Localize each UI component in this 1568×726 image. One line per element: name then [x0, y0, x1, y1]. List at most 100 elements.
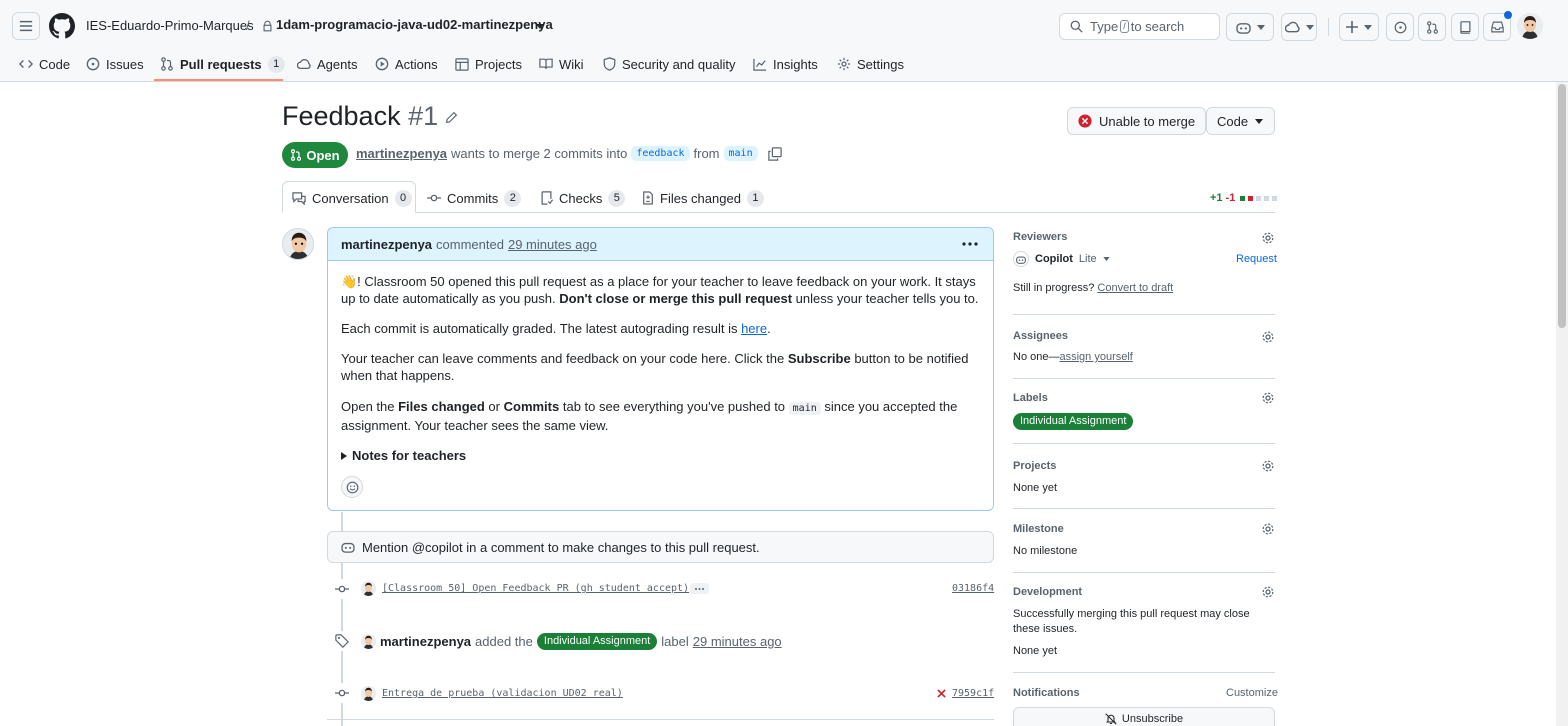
create-new-button[interactable] — [1339, 13, 1379, 41]
pr-tab-conversation[interactable]: Conversation 0 — [292, 183, 412, 213]
tab-security-label: Security and quality — [622, 56, 736, 72]
pr-tab-commits-label: Commits — [447, 190, 499, 206]
tab-agents[interactable]: Agents — [297, 52, 357, 76]
convert-to-draft-link[interactable]: Convert to draft — [1097, 282, 1173, 294]
commit-message-link[interactable]: Entrega de prueba (validacion UD02 real) — [382, 688, 623, 699]
comment-author[interactable]: martinezpenya — [341, 237, 432, 252]
add-reaction-button[interactable] — [341, 476, 363, 498]
agents-button[interactable] — [1281, 13, 1317, 41]
reviewer-tier[interactable]: Lite — [1079, 253, 1097, 265]
comment-time[interactable]: 29 minutes ago — [508, 237, 597, 252]
reviewer-name[interactable]: Copilot — [1035, 253, 1073, 265]
customize-notifications-link[interactable]: Customize — [1226, 687, 1278, 699]
repo-name-link[interactable]: 1dam-programacio-java-ud02-martinezpenya — [276, 17, 553, 32]
diffstat-added: +1 — [1210, 192, 1223, 204]
avatar-face-icon — [361, 634, 376, 649]
breadcrumb-separator: / — [246, 18, 250, 33]
tab-settings[interactable]: Settings — [837, 52, 904, 76]
notes-for-teachers-details[interactable]: Notes for teachers — [341, 447, 986, 464]
repo-owner-link[interactable]: IES-Eduardo-Primo-Marques — [86, 18, 254, 33]
commit-sha-link[interactable]: 7959c1f — [952, 688, 994, 699]
pr-author-link[interactable]: martinezpenya — [356, 146, 447, 161]
x-circle-fill-icon — [1078, 114, 1092, 128]
commit-sha-link[interactable]: 03186f4 — [952, 583, 994, 594]
comment-p4-bold-1: Files changed — [398, 399, 485, 414]
development-gear-icon[interactable] — [1261, 585, 1275, 599]
menu-button[interactable] — [12, 12, 40, 40]
tab-pull-requests[interactable]: Pull requests 1 — [160, 52, 285, 76]
page-scrollbar-thumb[interactable] — [1558, 84, 1566, 328]
pr-tab-checks-label: Checks — [559, 190, 603, 206]
assignees-gear-icon[interactable] — [1261, 330, 1275, 344]
code-dropdown-button[interactable]: Code — [1206, 107, 1275, 135]
development-heading[interactable]: Development — [1013, 586, 1082, 598]
tab-insights[interactable]: Insights — [753, 52, 818, 76]
reviewers-gear-icon[interactable] — [1261, 231, 1275, 245]
head-branch[interactable]: main — [723, 146, 758, 161]
copilot-button[interactable] — [1226, 13, 1274, 41]
tab-issues[interactable]: Issues — [86, 52, 144, 76]
labels-gear-icon[interactable] — [1261, 391, 1275, 405]
commit-author-avatar[interactable] — [361, 686, 376, 701]
projects-heading[interactable]: Projects — [1013, 460, 1056, 472]
comment-p4-bold-2: Commits — [503, 399, 560, 414]
repositories-button[interactable] — [1451, 13, 1479, 41]
tab-actions[interactable]: Actions — [375, 52, 438, 76]
pr-tab-files-changed[interactable]: Files changed 1 — [642, 183, 764, 213]
github-logo-icon[interactable] — [49, 13, 75, 39]
issues-button[interactable] — [1386, 13, 1414, 41]
copilot-mention-note: Mention @copilot in a comment to make ch… — [327, 531, 994, 563]
label-event-pill[interactable]: Individual Assignment — [536, 633, 658, 650]
autograding-link[interactable]: here — [741, 321, 767, 336]
tab-wiki-label: Wiki — [559, 56, 584, 72]
code-dropdown-label: Code — [1217, 113, 1249, 129]
assign-yourself-link[interactable]: assign yourself — [1059, 351, 1132, 363]
label-event-time[interactable]: 29 minutes ago — [693, 634, 782, 649]
tab-security[interactable]: Security and quality — [603, 52, 735, 76]
repo-icon — [1460, 20, 1471, 34]
user-avatar[interactable] — [1517, 13, 1543, 39]
kebab-horizontal-icon[interactable] — [962, 242, 978, 246]
label-event-avatar[interactable] — [361, 634, 376, 649]
play-icon — [375, 57, 389, 71]
unable-to-merge-button[interactable]: Unable to merge — [1067, 107, 1207, 135]
comment-author-avatar[interactable] — [282, 228, 314, 260]
labels-heading[interactable]: Labels — [1013, 392, 1048, 404]
label-individual-assignment[interactable]: Individual Assignment — [1013, 413, 1134, 430]
table-icon — [455, 57, 469, 71]
checklist-icon — [541, 191, 553, 205]
commit-message-link[interactable]: [Classroom 50] Open Feedback PR (gh stud… — [382, 583, 689, 594]
milestone-heading[interactable]: Milestone — [1013, 523, 1064, 535]
commit-author-avatar[interactable] — [361, 581, 376, 596]
tab-projects[interactable]: Projects — [455, 52, 522, 76]
label-event-user[interactable]: martinezpenya — [380, 634, 471, 649]
base-branch[interactable]: feedback — [631, 146, 690, 161]
avatar-face-icon — [361, 686, 376, 701]
check-failed-x-icon[interactable] — [937, 689, 946, 698]
copy-branch-icon[interactable] — [767, 146, 782, 161]
search-input[interactable]: Type / to search — [1059, 13, 1220, 40]
comment-paragraph-2: Each commit is automatically graded. The… — [341, 320, 986, 337]
label-event-added: added the — [475, 634, 533, 649]
sidebar-divider — [1013, 572, 1275, 573]
comment-paragraph-4: Open the Files changed or Commits tab to… — [341, 398, 986, 434]
milestone-gear-icon[interactable] — [1261, 522, 1275, 536]
sidebar-divider — [1013, 378, 1275, 379]
pr-tab-commits[interactable]: Commits 2 — [427, 183, 522, 213]
pr-tab-checks[interactable]: Checks 5 — [540, 183, 626, 213]
chevron-down-icon[interactable] — [1102, 257, 1110, 261]
assignees-heading[interactable]: Assignees — [1013, 330, 1068, 342]
reviewers-heading[interactable]: Reviewers — [1013, 231, 1067, 243]
unsubscribe-button[interactable]: Unsubscribe — [1013, 707, 1275, 726]
tab-wiki[interactable]: Wiki — [539, 52, 584, 76]
edit-title-pencil-icon[interactable] — [445, 111, 458, 124]
tab-code[interactable]: Code — [19, 52, 70, 76]
pull-requests-button[interactable] — [1418, 13, 1446, 41]
expand-commit-message-button[interactable] — [690, 583, 709, 594]
chevron-down-icon — [1255, 118, 1264, 124]
projects-gear-icon[interactable] — [1261, 459, 1275, 473]
notification-dot — [1504, 11, 1512, 19]
request-review-link[interactable]: Request — [1236, 253, 1277, 265]
comment-p3-bold: Subscribe — [787, 351, 851, 366]
repo-dropdown-caret-icon[interactable] — [536, 24, 544, 29]
